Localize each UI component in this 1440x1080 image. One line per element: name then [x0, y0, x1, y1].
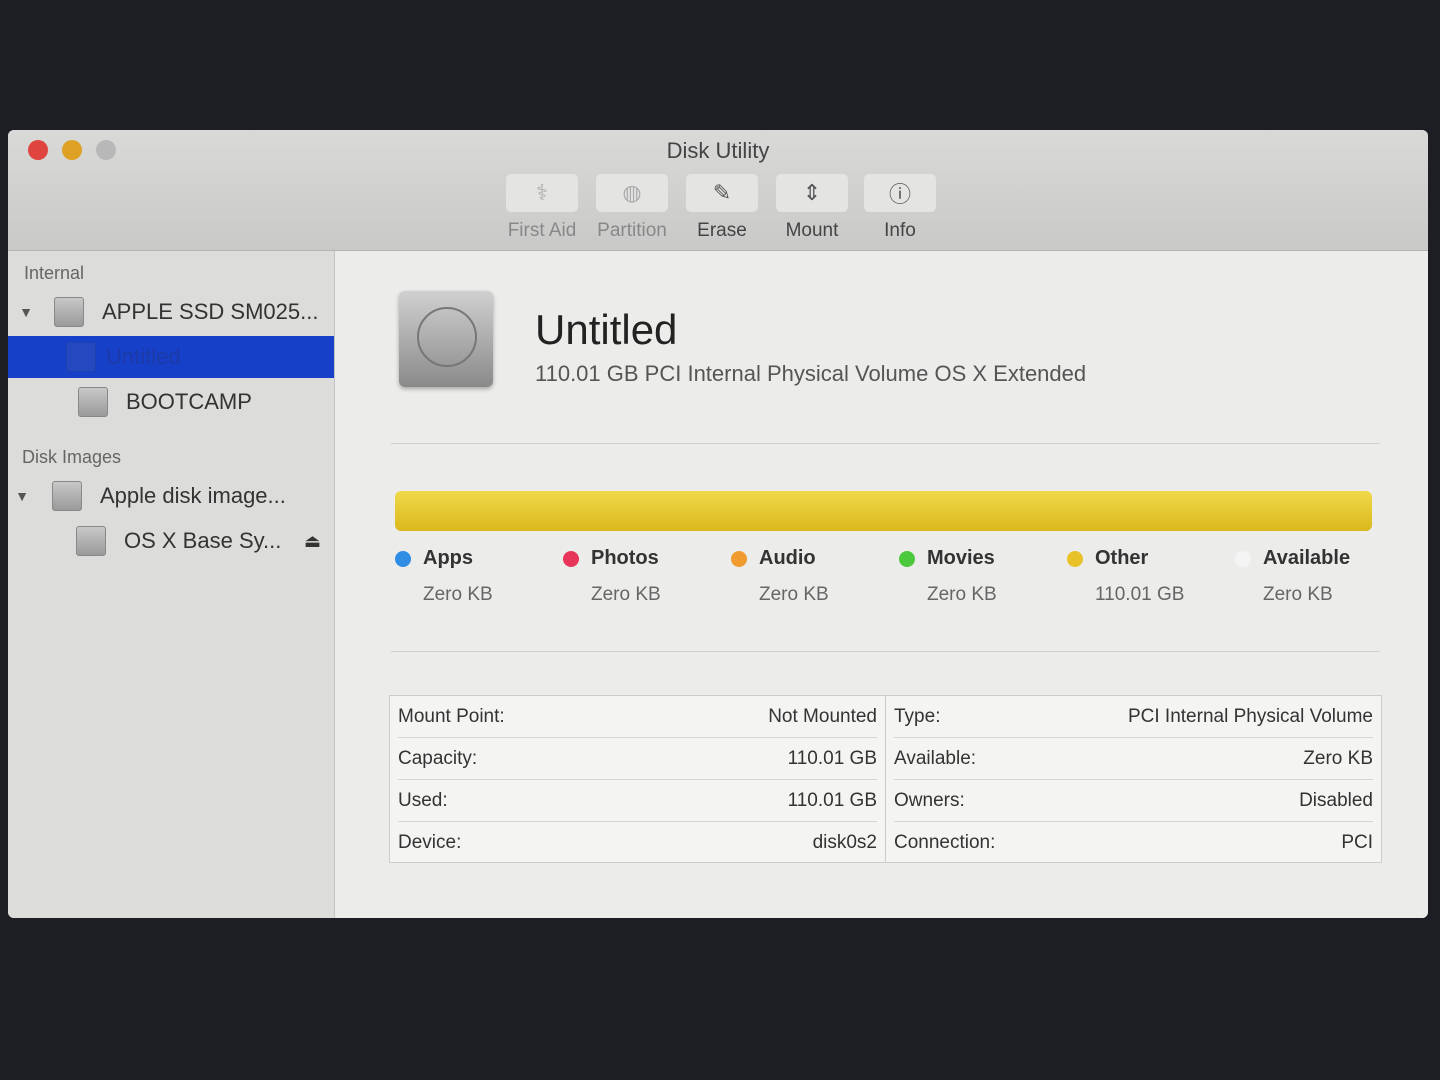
- legend-name: Movies: [927, 547, 995, 569]
- legend-color-dot: [395, 550, 411, 567]
- info-key: Available:: [894, 747, 977, 769]
- legend-item-photos: Photos Zero KB: [563, 547, 723, 606]
- legend-color-dot: [899, 550, 915, 567]
- toolbar-info-button[interactable]: ⓘ Info: [860, 174, 940, 242]
- divider: [391, 651, 1380, 652]
- legend-name: Photos: [591, 547, 659, 569]
- erase-icon: ✎: [686, 174, 758, 212]
- info-row: Device: disk0s2: [398, 822, 877, 863]
- legend-value: Zero KB: [423, 584, 493, 605]
- info-value: disk0s2: [812, 831, 877, 853]
- sidebar-item-label: BOOTCAMP: [126, 389, 252, 414]
- info-key: Device:: [398, 831, 462, 853]
- legend-value: Zero KB: [591, 584, 661, 605]
- sidebar-item-apple-disk-image[interactable]: ▼ Apple disk image...: [8, 475, 334, 517]
- section-internal: Internal: [24, 263, 85, 283]
- legend-item-apps: Apps Zero KB: [395, 547, 555, 606]
- info-row: Capacity: 110.01 GB: [398, 738, 877, 780]
- info-icon: ⓘ: [864, 174, 936, 212]
- disclosure-triangle-icon[interactable]: ▼: [16, 304, 36, 320]
- sidebar: Internal ▼ APPLE SSD SM025... Untitled B…: [8, 251, 335, 918]
- info-value: PCI Internal Physical Volume: [1127, 705, 1373, 727]
- info-key: Owners:: [894, 789, 965, 811]
- disk-image-icon: [76, 526, 106, 556]
- legend-color-dot: [1067, 550, 1083, 567]
- volume-detail-pane: Untitled 110.01 GB PCI Internal Physical…: [335, 251, 1428, 918]
- info-row: Owners: Disabled: [894, 780, 1373, 822]
- volume-icon: [78, 387, 108, 417]
- sidebar-item-untitled[interactable]: Untitled: [8, 336, 334, 378]
- sidebar-item-apple-ssd[interactable]: ▼ APPLE SSD SM025...: [8, 291, 334, 333]
- section-disk-images: Disk Images: [22, 447, 122, 467]
- legend-item-available: Available Zero KB: [1235, 547, 1395, 606]
- toolbar-first-aid-button[interactable]: ⚕ First Aid: [502, 174, 582, 242]
- usage-bar: [395, 491, 1372, 531]
- toolbar-partition-button[interactable]: ◍ Partition: [592, 174, 672, 242]
- volume-icon: [66, 342, 96, 372]
- info-value: 110.01 GB: [787, 789, 877, 811]
- legend-name: Audio: [759, 547, 816, 569]
- volume-large-icon: [399, 291, 493, 387]
- info-key: Capacity:: [398, 747, 478, 769]
- toolbar-erase-button[interactable]: ✎ Erase: [682, 174, 762, 242]
- info-row: Mount Point: Not Mounted: [398, 696, 877, 738]
- partition-icon: ◍: [596, 174, 668, 212]
- toolbar-button-label: Mount: [785, 220, 839, 241]
- info-column-left: Mount Point: Not Mounted Capacity: 110.01 G…: [390, 696, 885, 862]
- window-title: Disk Utility: [666, 138, 770, 163]
- info-key: Used:: [398, 789, 448, 811]
- sidebar-item-os-x-base-system[interactable]: OS X Base Sy... ⏏: [8, 520, 334, 562]
- info-key: Mount Point:: [398, 705, 505, 727]
- disk-utility-window: Disk Utility ⚕ First Aid ◍ Partition ✎ Erase ⇕…: [8, 130, 1428, 918]
- legend-name: Apps: [423, 547, 473, 569]
- info-column-right: Type: PCI Internal Physical Volume Availab…: [885, 696, 1381, 862]
- toolbar-button-label: Info: [884, 220, 916, 241]
- legend-value: Zero KB: [1263, 584, 1333, 605]
- toolbar-button-label: Erase: [697, 220, 747, 241]
- info-key: Connection:: [894, 831, 996, 853]
- toolbar-button-label: First Aid: [507, 220, 577, 241]
- sidebar-item-label: APPLE SSD SM025...: [102, 299, 319, 324]
- sidebar-item-bootcamp[interactable]: BOOTCAMP: [8, 381, 334, 423]
- info-row: Connection: PCI: [894, 822, 1373, 863]
- info-row: Available: Zero KB: [894, 738, 1373, 780]
- legend-color-dot: [563, 550, 579, 567]
- stethoscope-icon: ⚕: [506, 174, 578, 212]
- legend-item-movies: Movies Zero KB: [899, 547, 1059, 606]
- legend-name: Other: [1095, 547, 1149, 569]
- info-row: Type: PCI Internal Physical Volume: [894, 696, 1373, 738]
- info-value: 110.01 GB: [787, 747, 877, 769]
- sidebar-item-label: OS X Base Sy...: [124, 528, 282, 553]
- legend-color-dot: [1235, 550, 1251, 567]
- info-value: Zero KB: [1303, 747, 1373, 769]
- info-value: Not Mounted: [768, 705, 877, 727]
- title-bar: Disk Utility ⚕ First Aid ◍ Partition ✎ Erase ⇕…: [8, 130, 1428, 251]
- volume-name: Untitled: [535, 306, 678, 353]
- toolbar-button-label: Partition: [597, 220, 667, 241]
- eject-icon[interactable]: ⏏: [304, 531, 321, 552]
- legend-name: Available: [1263, 547, 1351, 569]
- sidebar-item-label: Untitled: [106, 344, 181, 369]
- legend-item-other: Other 110.01 GB: [1067, 547, 1227, 606]
- legend-value: 110.01 GB: [1095, 584, 1185, 605]
- legend-item-audio: Audio Zero KB: [731, 547, 891, 606]
- info-row: Used: 110.01 GB: [398, 780, 877, 822]
- toolbar-mount-button[interactable]: ⇕ Mount: [772, 174, 852, 242]
- info-value: Disabled: [1299, 789, 1373, 811]
- info-table: Mount Point: Not Mounted Capacity: 110.01 G…: [389, 695, 1382, 863]
- divider: [391, 443, 1380, 444]
- disk-image-icon: [52, 481, 82, 511]
- legend-value: Zero KB: [927, 584, 997, 605]
- legend-value: Zero KB: [759, 584, 829, 605]
- legend-color-dot: [731, 550, 747, 567]
- mount-icon: ⇕: [776, 174, 848, 212]
- info-value: PCI: [1341, 831, 1373, 853]
- volume-description: 110.01 GB PCI Internal Physical Volume O…: [535, 361, 1087, 386]
- hard-disk-icon: [54, 297, 84, 327]
- info-key: Type:: [894, 705, 941, 727]
- disclosure-triangle-icon[interactable]: ▼: [12, 488, 32, 504]
- sidebar-item-label: Apple disk image...: [100, 483, 286, 508]
